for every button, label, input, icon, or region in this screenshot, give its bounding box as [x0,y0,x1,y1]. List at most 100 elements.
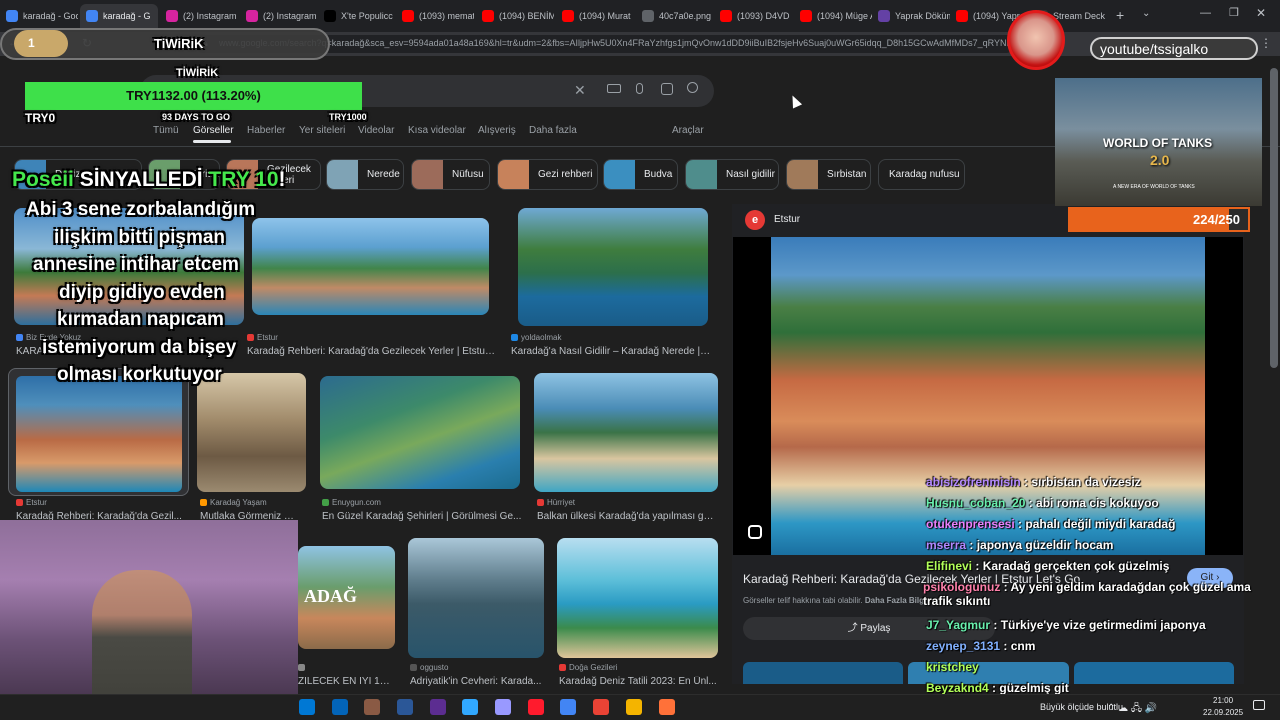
keyboard-icon[interactable] [607,84,621,93]
preview-source[interactable]: Etstur [774,214,800,225]
taskbar-app-icon[interactable] [430,699,446,715]
search-tab[interactable]: Yer siteleri [299,125,345,136]
clock-date[interactable]: 22.09.2025 [1203,708,1243,717]
related-image[interactable] [1074,662,1234,684]
taskbar-app-icon[interactable] [332,699,348,715]
browser-tab[interactable]: Yaprak Döküm [872,4,950,28]
result-caption[interactable]: Balkan ülkesi Karadağ'da yapılması ger..… [537,511,717,522]
search-tab[interactable]: Haberler [247,125,285,136]
learn-more-link[interactable]: Daha Fazla Bilgi [865,596,926,605]
result-image[interactable] [557,538,718,658]
page-scrollbar[interactable] [1270,68,1278,368]
filter-chip[interactable]: Karadag nufusu [878,159,965,190]
chat-separator: : [1020,475,1032,489]
taskbar-app-icon[interactable] [462,699,478,715]
result-caption[interactable]: Karadağ Deniz Tatili 2023: En Ünl... [559,676,719,687]
browser-tab[interactable]: karadağ - G [80,4,158,28]
minimize-button[interactable]: — [1200,7,1211,19]
result-caption[interactable]: En Güzel Karadağ Şehirleri | Görülmesi G… [322,511,522,522]
tab-search-icon[interactable]: ⌄ [1142,8,1150,19]
filter-chip[interactable]: Nüfusu [411,159,490,190]
filter-chip[interactable]: Nerede [326,159,404,190]
search-tab[interactable]: Tümü [153,125,179,136]
filter-chip[interactable]: Gezi rehberi [497,159,598,190]
filter-chip[interactable]: Budva [603,159,678,190]
chat-username: kristchey [926,660,979,674]
browser-tab[interactable]: 40c7a0e.png [636,4,714,28]
taskbar-app-icon[interactable] [659,699,675,715]
browser-tab[interactable]: (1093) memat [396,4,474,28]
result-image[interactable] [320,376,520,489]
chat-separator: : [972,559,983,573]
taskbar-app-icon[interactable] [364,699,380,715]
result-caption[interactable]: ZİLECEK EN İYİ 10... [298,676,393,687]
browser-tab[interactable]: (1094) BENİM [476,4,554,28]
result-source[interactable]: Doğa Gezileri [559,663,719,672]
tabs-underline [193,140,231,143]
result-image[interactable] [197,373,306,492]
search-tab[interactable]: Daha fazla [529,125,577,136]
result-image[interactable] [534,373,718,492]
result-image-selected[interactable] [8,368,189,496]
result-source[interactable]: Hürriyet [537,498,717,507]
maximize-button[interactable]: ❐ [1229,6,1239,19]
result-image[interactable] [252,218,489,315]
taskbar-app-icon[interactable] [495,699,511,715]
donation-message-line: Abi 3 sene zorbalandığım [26,199,256,220]
browser-tab[interactable]: (1094) Müge A [794,4,872,28]
browser-tab[interactable]: X'te Populicc [318,4,396,28]
taskbar-app-icon[interactable] [560,699,576,715]
result-image[interactable]: ADAĞ [298,546,395,649]
filter-chip[interactable]: Sırbistan [786,159,871,190]
browser-tab[interactable]: (1094) Murat [556,4,634,28]
search-tab[interactable]: Kısa videolar [408,125,466,136]
chat-username: zeynep_3131 [926,639,1001,653]
result-image[interactable] [408,538,544,658]
result-source[interactable]: oggusto [410,663,545,672]
taskbar-app-icon[interactable] [397,699,413,715]
taskbar-app-icon[interactable] [626,699,642,715]
search-icon[interactable] [687,82,698,93]
more-menu-icon[interactable]: ⋮ [1260,36,1272,50]
taskbar-app-icon[interactable] [593,699,609,715]
goal-left: TRY0 [25,111,56,125]
mic-icon[interactable] [636,83,643,94]
lens-search-icon[interactable] [748,525,762,539]
filter-chip[interactable]: Nasıl gidilir [685,159,779,190]
taskbar-app-icon[interactable] [299,699,315,715]
browser-tab[interactable]: karadağ - Goo [0,4,78,28]
result-source-favicon-icon [298,664,305,671]
search-tab[interactable]: Araçlar [672,125,704,136]
browser-tab[interactable]: (2) Instagram [160,4,238,28]
search-tab[interactable]: Videolar [358,125,395,136]
result-source[interactable] [298,663,393,672]
close-window-button[interactable]: ✕ [1256,6,1266,20]
browser-tab[interactable]: (1093) D4VD [714,4,792,28]
tray-icons[interactable]: ⌃ ☁ 🖧 🔊 [1107,701,1157,718]
chat-username: Elifinevi [926,559,973,573]
result-caption[interactable]: Karadağ Rehberi: Karadağ'da Gezilecek Ye… [247,346,497,357]
result-source[interactable]: Etstur [247,333,497,342]
clock-time[interactable]: 21:00 [1213,696,1233,705]
lens-icon[interactable] [661,83,673,95]
result-source[interactable]: Enuygun.com [322,498,522,507]
browser-tab[interactable]: (2) Instagram [240,4,318,28]
search-tab[interactable]: Alışveriş [478,125,516,136]
result-source[interactable]: Karadağ Yaşam [200,498,300,507]
chat-message: Elifinevi : Karadağ gerçekten çok güzelm… [926,559,1169,573]
related-image[interactable] [743,662,903,684]
search-tab[interactable]: Görseller [193,125,234,136]
result-caption[interactable]: Karadağ'a Nasıl Gidilir – Karadağ Nerede… [511,346,711,357]
tab-favicon-icon [956,10,968,22]
chat-separator: : [990,618,1001,632]
result-image[interactable] [518,208,708,326]
result-source[interactable]: Etstur [16,498,186,507]
notification-icon[interactable] [1253,700,1265,710]
new-tab-button[interactable]: + [1116,7,1124,23]
clear-icon[interactable]: ✕ [574,82,586,99]
result-source[interactable]: yoldaolmak [511,333,711,342]
result-source-favicon-icon [322,499,329,506]
result-caption[interactable]: Adriyatik'in Cevheri: Karada... [410,676,545,687]
result-source-favicon-icon [247,334,254,341]
taskbar-app-icon[interactable] [528,699,544,715]
